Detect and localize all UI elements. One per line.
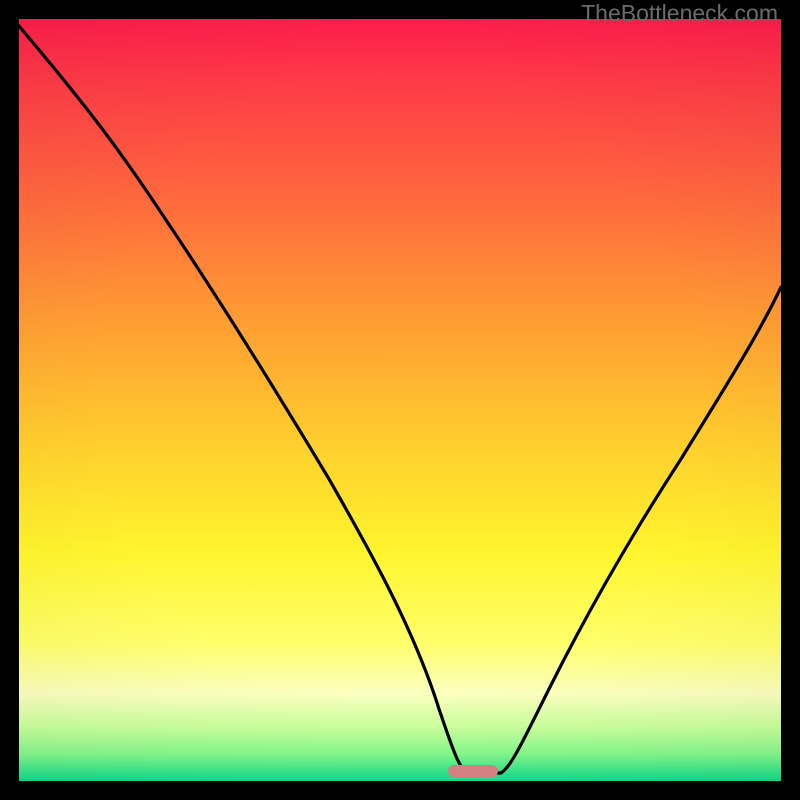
curve-svg [19, 19, 781, 781]
bottleneck-curve [19, 26, 781, 773]
watermark-text: TheBottleneck.com [581, 0, 778, 27]
optimal-marker [448, 765, 498, 777]
chart-frame: TheBottleneck.com [0, 0, 800, 800]
plot-area [19, 19, 781, 781]
